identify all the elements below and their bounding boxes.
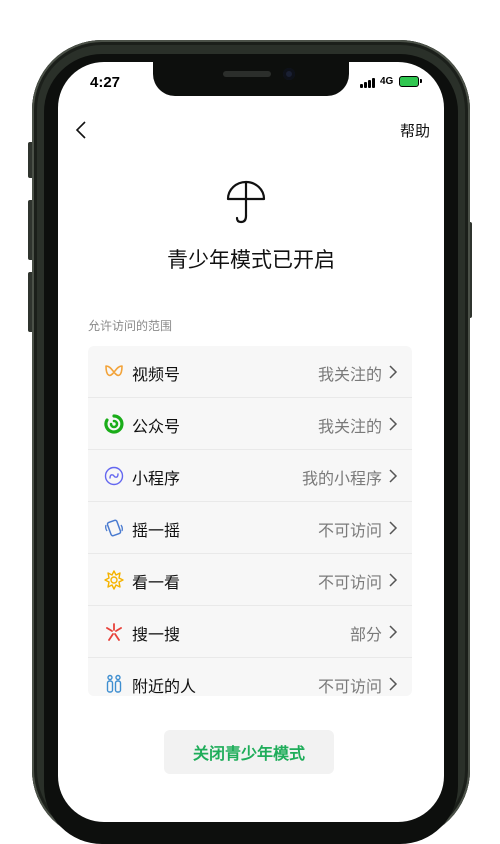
list-item-mini-programs[interactable]: 小程序 我的小程序: [88, 450, 412, 502]
chevron-right-icon: [389, 625, 398, 639]
list-item-value: 我的小程序: [301, 469, 382, 488]
chevron-left-icon: [75, 121, 86, 139]
list-item-search[interactable]: 搜一搜 部分: [88, 606, 412, 658]
speaker-grille: [223, 71, 271, 77]
section-label: 允许访问的范围: [88, 319, 173, 333]
list-item-value: 部分: [349, 625, 382, 644]
phone-screen: 4:27 4G 帮助 青少年模式已开启 允许访问的范围 视频号 我关注的 公众号…: [58, 62, 444, 822]
list-item-value: 不可访问: [317, 573, 382, 592]
battery-icon: [399, 76, 422, 87]
list-item-value: 不可访问: [317, 521, 382, 540]
official-accounts-icon: [104, 414, 124, 434]
list-item-value: 我关注的: [317, 417, 382, 436]
list-item-people-nearby[interactable]: 附近的人 不可访问: [88, 658, 412, 696]
close-teen-mode-button[interactable]: 关闭青少年模式: [164, 730, 334, 774]
chevron-right-icon: [389, 365, 398, 379]
mini-program-icon: [104, 466, 124, 486]
chevron-right-icon: [389, 573, 398, 587]
shake-icon: [105, 519, 123, 537]
list-item-label: 搜一搜: [132, 625, 181, 644]
list-item-channels[interactable]: 视频号 我关注的: [88, 346, 412, 398]
list-item-official-accounts[interactable]: 公众号 我关注的: [88, 398, 412, 450]
back-button[interactable]: [70, 118, 94, 142]
list-item-label: 摇一摇: [132, 521, 181, 540]
front-camera: [283, 68, 295, 80]
list-item-label: 公众号: [132, 417, 181, 436]
page-title: 青少年模式已开启: [167, 248, 335, 272]
people-nearby-icon: [106, 674, 122, 693]
notch: [153, 62, 349, 96]
list-item-label: 视频号: [132, 365, 181, 384]
network-type: 4G: [380, 76, 394, 87]
access-scope-list: 视频号 我关注的 公众号 我关注的 小程序 我的小程序 摇一摇 不可访问 看一看…: [88, 346, 412, 696]
chevron-right-icon: [389, 521, 398, 535]
list-item-label: 小程序: [132, 469, 181, 488]
help-link[interactable]: 帮助: [400, 120, 430, 141]
list-item-value: 我关注的: [317, 365, 382, 384]
list-item-label: 附近的人: [132, 677, 197, 696]
chevron-right-icon: [389, 417, 398, 431]
search-icon: [106, 623, 122, 641]
list-item-top-stories[interactable]: 看一看 不可访问: [88, 554, 412, 606]
list-item-value: 不可访问: [317, 677, 382, 696]
list-item-shake[interactable]: 摇一摇 不可访问: [88, 502, 412, 554]
umbrella-icon: [226, 180, 266, 224]
signal-icon: [360, 78, 376, 88]
channels-icon: [105, 365, 123, 377]
list-item-label: 看一看: [132, 573, 181, 592]
chevron-right-icon: [389, 469, 398, 483]
status-time: 4:27: [90, 74, 121, 91]
chevron-right-icon: [389, 677, 398, 691]
top-stories-icon: [104, 570, 124, 590]
